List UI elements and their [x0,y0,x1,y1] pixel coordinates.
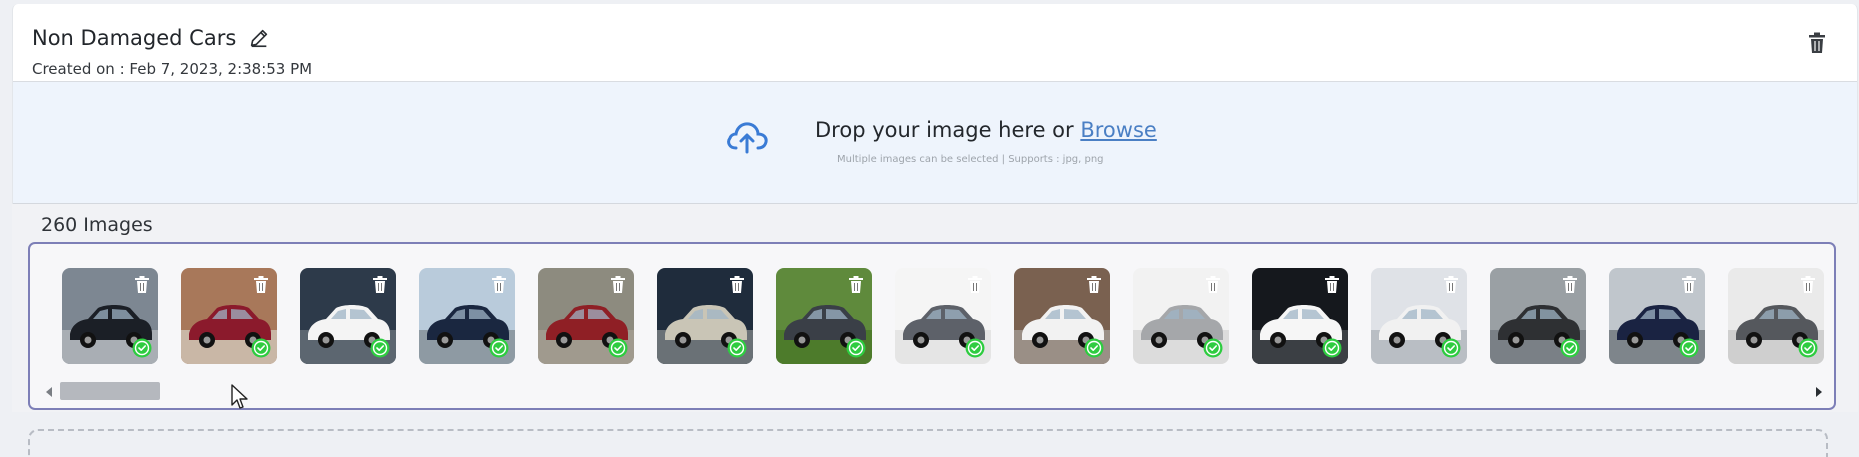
image-thumbnail[interactable] [62,268,158,364]
check-circle-icon [1560,338,1580,358]
image-thumbnail[interactable] [538,268,634,364]
image-gallery [28,242,1836,410]
dataset-title: Non Damaged Cars [32,26,237,50]
check-circle-icon [370,338,390,358]
trash-icon[interactable] [491,276,507,294]
check-circle-icon [251,338,271,358]
scrollbar-thumb[interactable] [60,382,160,400]
trash-icon[interactable] [1205,276,1221,294]
image-thumbnail[interactable] [419,268,515,364]
trash-icon[interactable] [253,276,269,294]
check-circle-icon [608,338,628,358]
cloud-upload-icon [727,122,768,154]
check-circle-icon [1798,338,1818,358]
horizontal-scrollbar[interactable] [44,382,1824,400]
image-thumbnail[interactable] [1371,268,1467,364]
dataset-header: Non Damaged Cars Created on : Feb 7, 202… [13,4,1857,82]
check-circle-icon [1322,338,1342,358]
trash-icon[interactable] [848,276,864,294]
trash-icon[interactable] [372,276,388,294]
image-thumbnail[interactable] [1609,268,1705,364]
upload-dropzone[interactable]: Drop your image here or Browse Multiple … [13,82,1857,204]
trash-icon[interactable] [1562,276,1578,294]
image-thumbnail[interactable] [1490,268,1586,364]
check-circle-icon [489,338,509,358]
image-thumbnail[interactable] [300,268,396,364]
image-thumbnail[interactable] [895,268,991,364]
check-circle-icon [1203,338,1223,358]
image-thumbnail[interactable] [776,268,872,364]
check-circle-icon [132,338,152,358]
trash-icon[interactable] [1324,276,1340,294]
dataset-card: Non Damaged Cars Created on : Feb 7, 202… [12,4,1858,204]
trash-icon[interactable] [1086,276,1102,294]
dashed-dropzone[interactable] [28,429,1828,457]
created-timestamp: Created on : Feb 7, 2023, 2:38:53 PM [32,60,313,78]
trash-icon[interactable] [1443,276,1459,294]
drop-label: Drop your image here or [815,118,1074,142]
check-circle-icon [727,338,747,358]
images-count: 260 Images [41,214,153,236]
trash-icon[interactable] [1807,32,1827,54]
pencil-icon[interactable] [248,27,270,49]
scroll-right-arrow-icon[interactable] [1814,386,1824,398]
browse-link[interactable]: Browse [1080,118,1156,142]
drop-text: Drop your image here or Browse [815,118,1157,142]
trash-icon[interactable] [729,276,745,294]
trash-icon[interactable] [1681,276,1697,294]
trash-icon[interactable] [967,276,983,294]
image-thumbnail[interactable] [1014,268,1110,364]
check-circle-icon [846,338,866,358]
check-circle-icon [1084,338,1104,358]
check-circle-icon [1441,338,1461,358]
image-thumbnail[interactable] [1133,268,1229,364]
scroll-left-arrow-icon[interactable] [44,386,54,398]
images-section: 260 Images [12,204,1858,412]
image-thumbnail[interactable] [657,268,753,364]
image-thumbnail[interactable] [1252,268,1348,364]
trash-icon[interactable] [1800,276,1816,294]
check-circle-icon [965,338,985,358]
thumbnail-strip [62,268,1824,364]
supported-formats-text: Multiple images can be selected | Suppor… [837,154,1104,165]
title-row: Non Damaged Cars [32,26,270,50]
image-thumbnail[interactable] [181,268,277,364]
trash-icon[interactable] [134,276,150,294]
trash-icon[interactable] [610,276,626,294]
check-circle-icon [1679,338,1699,358]
image-thumbnail[interactable] [1728,268,1824,364]
